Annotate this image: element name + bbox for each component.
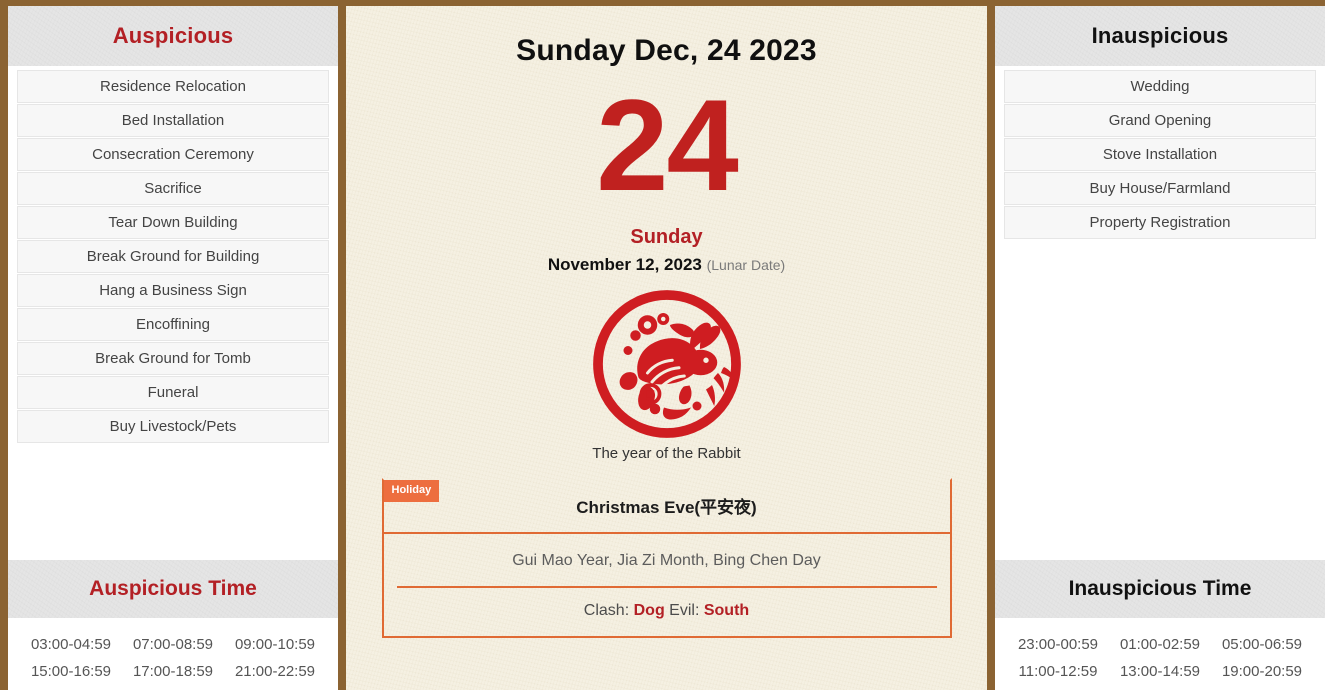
list-item[interactable]: Stove Installation [1004, 138, 1316, 171]
evil-label: Evil: [669, 601, 700, 619]
rabbit-papercut-icon [592, 289, 741, 438]
time-slot: 15:00-16:59 [30, 663, 112, 680]
time-slot: 09:00-10:59 [234, 636, 316, 653]
time-slot: 19:00-20:59 [1221, 663, 1303, 680]
ganzhi-line: Gui Mao Year, Jia Zi Month, Bing Chen Da… [512, 551, 821, 569]
time-slot: 23:00-00:59 [1017, 636, 1099, 653]
holiday-details: Gui Mao Year, Jia Zi Month, Bing Chen Da… [381, 533, 952, 638]
list-item[interactable]: Residence Relocation [17, 70, 329, 103]
list-item[interactable]: Tear Down Building [17, 206, 329, 239]
auspicious-list: Residence Relocation Bed Installation Co… [8, 66, 338, 444]
inauspicious-list: Wedding Grand Opening Stove Installation… [995, 66, 1325, 240]
list-item[interactable]: Break Ground for Tomb [17, 342, 329, 375]
date-detail-panel: Sunday Dec, 24 2023 24 Sunday November 1… [343, 6, 990, 690]
clash-evil-line: Clash: Dog Evil: South [584, 602, 749, 620]
inauspicious-time-header: Inauspicious Time [995, 560, 1325, 618]
time-slot: 01:00-02:59 [1119, 636, 1201, 653]
divider [396, 585, 937, 588]
lunar-date-line: November 12, 2023 (Lunar Date) [548, 255, 785, 275]
clash-value: Dog [633, 601, 665, 619]
evil-value: South [703, 601, 750, 619]
time-slot: 03:00-04:59 [30, 636, 112, 653]
auspicious-time-header: Auspicious Time [8, 560, 338, 618]
auspicious-panel: Auspicious Residence Relocation Bed Inst… [8, 6, 338, 690]
list-item[interactable]: Funeral [17, 376, 329, 409]
list-item[interactable]: Grand Opening [1004, 104, 1316, 137]
list-item[interactable]: Buy House/Farmland [1004, 172, 1316, 205]
lunar-date: November 12, 2023 [547, 254, 702, 274]
holiday-badge[interactable]: Holiday [383, 479, 440, 502]
auspicious-time-grid: 03:00-04:59 07:00-08:59 09:00-10:59 15:0… [8, 618, 338, 690]
list-item[interactable]: Property Registration [1004, 206, 1316, 239]
inauspicious-time-grid: 23:00-00:59 01:00-02:59 05:00-06:59 11:0… [995, 618, 1325, 690]
weekday-label: Sunday [630, 225, 703, 248]
holiday-header-row: Holiday Christmas Eve(平安夜) [381, 477, 952, 534]
list-item[interactable]: Bed Installation [17, 104, 329, 137]
time-slot: 17:00-18:59 [132, 663, 214, 680]
panel-spacer [995, 240, 1325, 560]
time-slot: 05:00-06:59 [1221, 636, 1303, 653]
time-slot: 11:00-12:59 [1018, 663, 1098, 680]
time-slot: 13:00-14:59 [1119, 663, 1201, 680]
inauspicious-header: Inauspicious [995, 6, 1325, 66]
zodiac-section: The year of the Rabbit [592, 289, 742, 462]
list-item[interactable]: Wedding [1004, 70, 1316, 103]
holiday-block: Holiday Christmas Eve(平安夜) Gui Mao Year,… [381, 477, 952, 638]
time-slot: 07:00-08:59 [132, 636, 214, 653]
lunar-date-suffix: (Lunar Date) [706, 256, 786, 273]
panel-spacer [8, 444, 338, 560]
zodiac-caption: The year of the Rabbit [592, 444, 741, 462]
list-item[interactable]: Hang a Business Sign [17, 274, 329, 307]
list-item[interactable]: Break Ground for Building [17, 240, 329, 273]
list-item[interactable]: Buy Livestock/Pets [17, 410, 329, 443]
page-title: Sunday Dec, 24 2023 [516, 34, 817, 67]
inauspicious-panel: Inauspicious Wedding Grand Opening Stove… [995, 6, 1325, 690]
list-item[interactable]: Sacrifice [17, 172, 329, 205]
list-item[interactable]: Encoffining [17, 308, 329, 341]
holiday-title: Christmas Eve(平安夜) [576, 498, 757, 517]
day-number: 24 [596, 72, 739, 218]
list-item[interactable]: Consecration Ceremony [17, 138, 329, 171]
auspicious-header: Auspicious [8, 6, 338, 66]
clash-label: Clash: [583, 601, 630, 619]
time-slot: 21:00-22:59 [234, 663, 316, 680]
calendar-page: Auspicious Residence Relocation Bed Inst… [0, 0, 1325, 690]
